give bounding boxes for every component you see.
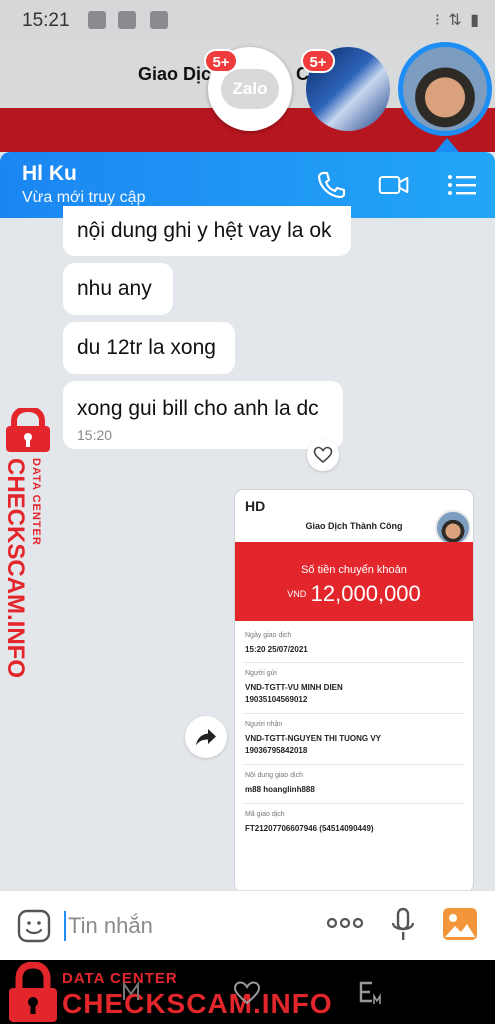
watermark-big-text: CHECKSCAM.INFO [2, 458, 29, 678]
receipt-divider [243, 713, 465, 714]
message-bubble[interactable]: du 12tr la xong [63, 322, 235, 374]
message-text: nội dung ghi y hệt vay la ok [77, 219, 332, 242]
receipt-field-key: Người nhận [245, 721, 283, 728]
message-bubble[interactable]: nội dung ghi y hệt vay la ok [63, 206, 351, 256]
watermark-big-text: CHECKSCAM.INFO [62, 988, 333, 1019]
receipt-field-value-2: 19036795842018 [245, 746, 308, 755]
contact-name[interactable]: Hl Ku [22, 162, 77, 186]
receipt-field-value-2: 19035104569012 [245, 695, 308, 704]
video-call-icon[interactable] [378, 170, 410, 200]
unread-badge: 5+ [204, 49, 238, 73]
message-text: xong gui bill cho anh la dc [77, 397, 319, 420]
receipt-field-date: Ngày giao dịch 15:20 25/07/2021 [245, 632, 463, 655]
zalo-logo: Zalo [221, 69, 279, 109]
nav-recent-icon[interactable] [358, 980, 384, 1006]
receipt-divider [243, 764, 465, 765]
receipt-avatar [435, 510, 471, 546]
receipt-field-content: Nội dung giao dịch m88 hoanglinh888 [245, 772, 463, 795]
receipt-field-value: FT21207706607946 (54514090449) [245, 824, 374, 833]
status-indicators: ⁝ ⇅ ▮ [434, 12, 481, 29]
receipt-field-value: VND-TGTT-VU MINH DIEN [245, 683, 343, 692]
message-input[interactable]: Tin nhắn [68, 913, 153, 939]
message-bubble[interactable]: nhu any [63, 263, 173, 315]
nav-back-icon[interactable] [120, 980, 142, 1004]
receipt-field-transaction-id: Mã giao dịch FT21207706607946 (545140904… [245, 811, 463, 834]
message-text: nhu any [77, 277, 152, 300]
share-arrow-icon [196, 729, 216, 746]
receipt-amount-label: Số tiền chuyển khoản [301, 564, 407, 576]
zalo-notification-icon [88, 11, 106, 29]
navigation-bar: DATA CENTER CHECKSCAM.INFO [0, 960, 495, 1024]
receipt-hd-label: HD [245, 498, 266, 514]
watermark-lock-icon [9, 962, 57, 1022]
message-bubble[interactable]: xong gui bill cho anh la dc 15:20 [63, 381, 343, 449]
status-time: 15:21 [22, 10, 70, 31]
message-time: 15:20 [77, 427, 113, 443]
message-text: du 12tr la xong [77, 336, 216, 359]
more-options-icon[interactable] [326, 913, 364, 933]
receipt-field-recipient: Người nhận VND-TGTT-NGUYEN THI TUONG VY … [245, 721, 463, 756]
contact-status: Vừa mới truy cập [22, 189, 146, 206]
receipt-field-key: Mã giao dịch [245, 811, 285, 818]
message-input-bar: Tin nhắn [0, 890, 495, 960]
sticker-icon[interactable] [16, 908, 52, 944]
text-caret [64, 911, 66, 941]
image-notification-icon [150, 11, 168, 29]
receipt-divider [243, 803, 465, 804]
receipt-field-value: 15:20 25/07/2021 [245, 645, 308, 654]
photo-gallery-icon[interactable] [442, 907, 478, 941]
receipt-image[interactable]: HD Giao Dịch Thành Công Số tiền chuyển k… [235, 490, 473, 892]
status-bar: 15:21 ⁝ ⇅ ▮ [0, 0, 495, 40]
phone-call-icon[interactable] [315, 170, 347, 200]
receipt-field-key: Người gửi [245, 670, 277, 677]
heart-icon [313, 446, 333, 464]
menu-list-icon[interactable] [446, 170, 478, 200]
chat-head-pointer [435, 138, 459, 152]
receipt-amount: 12,000,000 [310, 581, 421, 606]
react-heart-button[interactable] [307, 439, 339, 471]
receipt-field-value: VND-TGTT-NGUYEN THI TUONG VY [245, 734, 381, 743]
microphone-icon[interactable] [390, 907, 416, 943]
receipt-field-value: m88 hoanglinh888 [245, 785, 315, 794]
receipt-field-key: Nội dung giao dịch [245, 772, 303, 779]
nav-home-heart-icon[interactable] [232, 980, 262, 1006]
receipt-field-key: Ngày giao dịch [245, 632, 292, 639]
share-forward-button[interactable] [185, 716, 227, 758]
receipt-field-sender: Người gửi VND-TGTT-VU MINH DIEN 19035104… [245, 670, 463, 705]
background-app-title: Giao Dịc [138, 64, 212, 84]
receipt-currency: VND [287, 589, 307, 599]
watermark-lock-icon [6, 408, 50, 452]
translate-notification-icon [118, 11, 136, 29]
watermark-small-text: DATA CENTER [30, 458, 42, 546]
receipt-divider [243, 662, 465, 663]
chat-head-current-contact[interactable] [398, 42, 492, 136]
receipt-amount-banner: Số tiền chuyển khoản VND 12,000,000 [235, 542, 473, 621]
unread-badge: 5+ [301, 49, 335, 73]
